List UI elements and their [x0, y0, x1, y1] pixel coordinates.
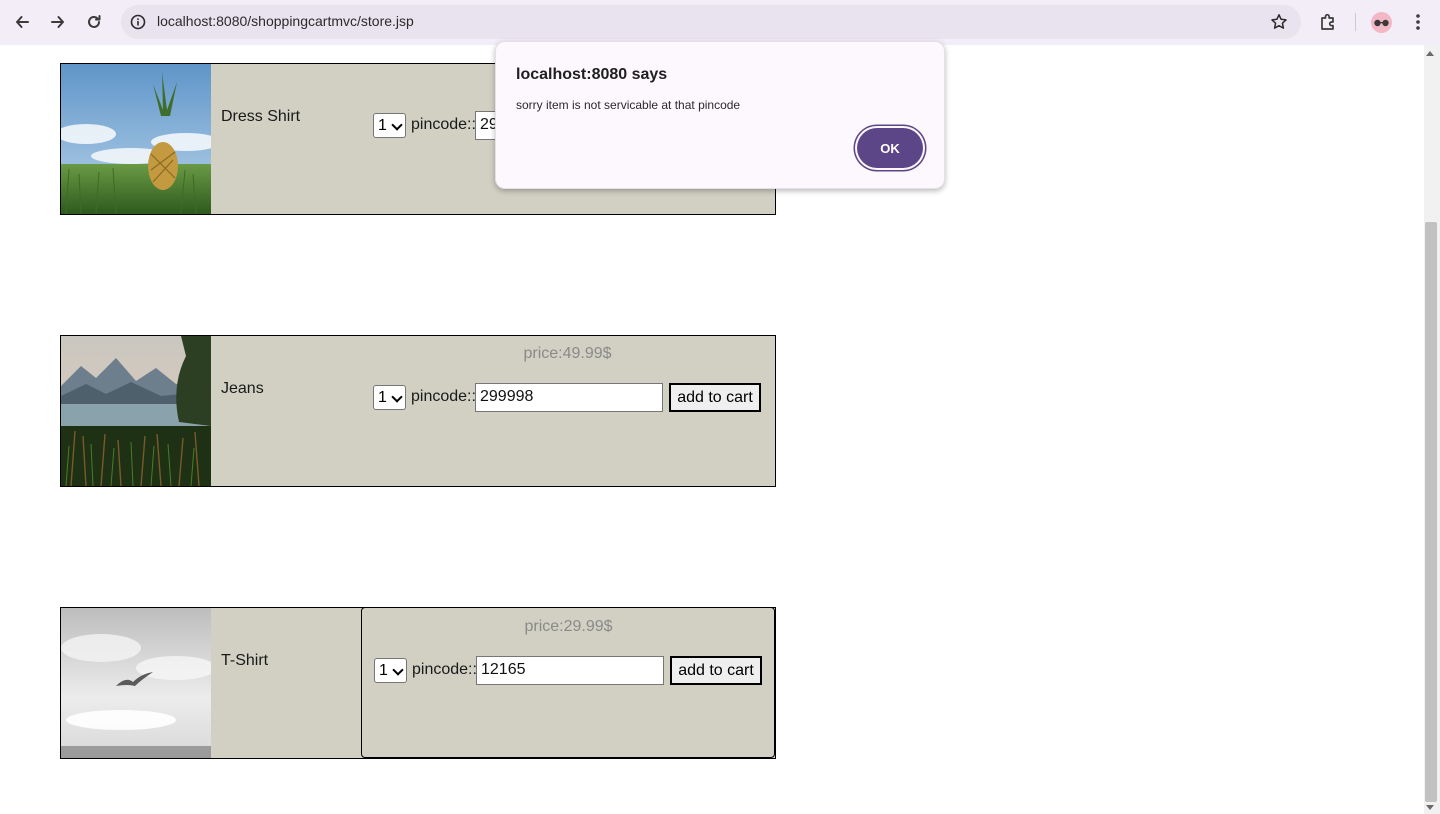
product-image-pineapple: [61, 64, 211, 214]
bookmark-star-icon[interactable]: [1269, 12, 1289, 32]
chevron-down-icon: [391, 119, 403, 131]
pincode-label: pincode::: [411, 116, 476, 133]
dialog-message: sorry item is not servicable at that pin…: [516, 98, 741, 112]
ok-button[interactable]: OK: [857, 128, 923, 168]
quantity-value: 1: [378, 388, 387, 406]
product-card-jeans: Jeans price:49.99$ 1 pincode:: 299998 ad…: [60, 335, 776, 487]
pincode-input[interactable]: 12165: [476, 656, 664, 685]
chevron-down-icon: [392, 664, 404, 676]
scroll-down-arrow-icon[interactable]: [1426, 805, 1434, 810]
profile-avatar[interactable]: [1371, 12, 1392, 33]
product-card-t-shirt: T-Shirt price:29.99$ 1 pincode:: 12165 a…: [60, 607, 776, 759]
pincode-label: pincode::: [411, 388, 476, 405]
url-text[interactable]: localhost:8080/shoppingcartmvc/store.jsp: [157, 13, 414, 29]
site-info-icon[interactable]: [129, 13, 147, 31]
alert-dialog: localhost:8080 says sorry item is not se…: [495, 41, 945, 189]
purchase-panel: price:29.99$ 1 pincode:: 12165 add to ca…: [361, 607, 775, 758]
add-to-cart-button[interactable]: add to cart: [669, 383, 761, 412]
reload-icon[interactable]: [81, 9, 107, 35]
quantity-value: 1: [379, 661, 388, 679]
menu-kebab-icon[interactable]: [1405, 9, 1431, 35]
price-label: price:49.99$: [523, 345, 612, 362]
quantity-select[interactable]: 1: [374, 658, 407, 683]
product-image-seagull: [61, 608, 211, 758]
product-name: Dress Shirt: [221, 108, 301, 125]
browser-toolbar: localhost:8080/shoppingcartmvc/store.jsp: [0, 0, 1440, 46]
scrollbar-thumb[interactable]: [1425, 222, 1437, 802]
add-to-cart-button[interactable]: add to cart: [670, 656, 762, 685]
quantity-select[interactable]: 1: [373, 113, 406, 138]
price-label: price:29.99$: [524, 618, 613, 635]
pincode-input[interactable]: 299998: [475, 383, 663, 412]
extensions-icon[interactable]: [1315, 9, 1341, 35]
toolbar-divider: [1355, 13, 1356, 31]
product-image-lake: [61, 336, 211, 486]
quantity-select[interactable]: 1: [373, 385, 406, 410]
back-arrow-icon[interactable]: [9, 9, 35, 35]
dialog-title: localhost:8080 says: [516, 66, 668, 83]
product-name: Jeans: [221, 380, 264, 397]
product-name: T-Shirt: [221, 652, 269, 669]
pincode-label: pincode::: [412, 661, 477, 678]
address-bar[interactable]: localhost:8080/shoppingcartmvc/store.jsp: [121, 5, 1301, 39]
quantity-value: 1: [378, 116, 387, 134]
purchase-panel: price:49.99$ 1 pincode:: 299998 add to c…: [361, 335, 774, 485]
chevron-down-icon: [391, 391, 403, 403]
scroll-up-arrow-icon[interactable]: [1426, 51, 1434, 56]
forward-arrow-icon[interactable]: [45, 9, 71, 35]
